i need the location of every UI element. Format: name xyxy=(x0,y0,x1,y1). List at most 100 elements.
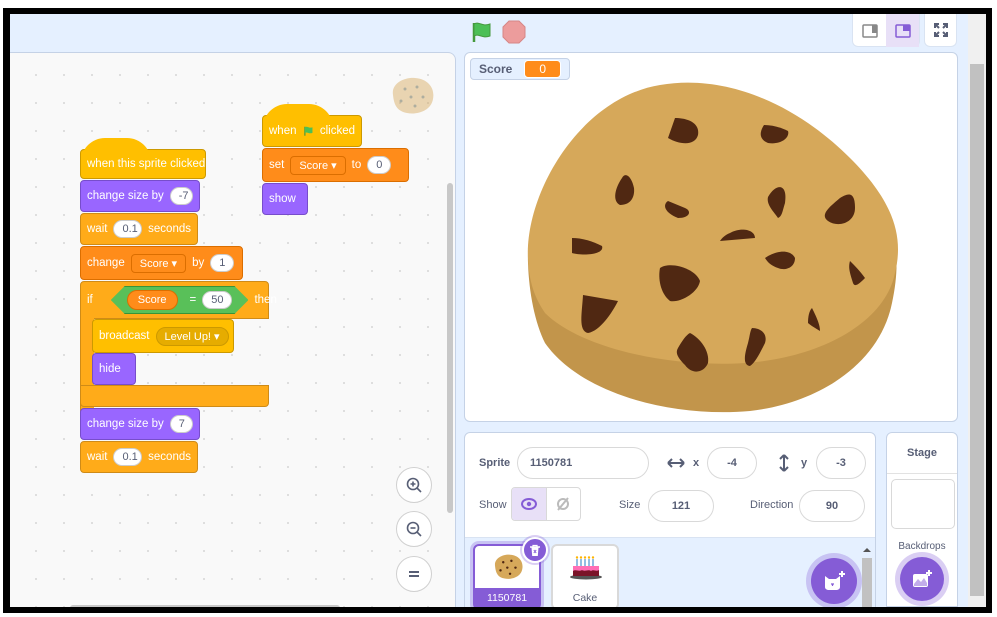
change-size-block[interactable]: change size by -7 xyxy=(80,180,200,212)
code-vertical-scrollbar[interactable] xyxy=(447,183,453,513)
size-label: Size xyxy=(619,499,641,511)
delete-sprite-button[interactable] xyxy=(522,537,548,563)
seconds-input[interactable]: 0.1 xyxy=(113,220,143,238)
block-label: when xyxy=(269,125,297,137)
block-label: wait xyxy=(87,451,108,463)
scratch-editor: when this sprite clicked change size by … xyxy=(10,14,968,607)
stage-size-toggle xyxy=(852,14,920,47)
block-label: then xyxy=(254,294,277,306)
zoom-in-icon xyxy=(406,477,422,493)
block-label: when this sprite clicked xyxy=(87,158,206,170)
cookie-thumbnail xyxy=(494,554,523,579)
page-scrollbar-thumb[interactable] xyxy=(970,64,984,596)
eye-icon xyxy=(520,498,537,510)
monitor-label: Score xyxy=(479,62,513,76)
show-label: Show xyxy=(479,499,507,511)
variable-dropdown[interactable]: Score ▾ xyxy=(130,253,187,273)
fullscreen-button[interactable] xyxy=(924,14,957,47)
size-input[interactable]: 121 xyxy=(648,490,714,522)
show-hidden-button[interactable] xyxy=(547,488,581,520)
sprite-tile-name: Cake xyxy=(572,592,598,604)
set-variable-block[interactable]: set Score ▾ to 0 xyxy=(262,148,409,182)
y-value: -3 xyxy=(836,457,846,469)
block-label: by xyxy=(192,257,205,269)
code-horizontal-scrollbar[interactable] xyxy=(70,605,340,607)
block-label: to xyxy=(351,159,362,171)
stop-icon[interactable] xyxy=(502,20,526,44)
show-block[interactable]: show xyxy=(262,183,308,215)
block-label: broadcast xyxy=(99,330,150,342)
trash-icon xyxy=(530,544,540,556)
score-reporter[interactable]: Score xyxy=(127,290,178,310)
wait-block[interactable]: wait 0.1 seconds xyxy=(80,213,198,245)
sprite-name-input[interactable]: 1150781 xyxy=(517,447,649,479)
block-label: change size by xyxy=(87,418,164,430)
sprite-tile-cookie[interactable]: 1150781 xyxy=(473,537,548,607)
reset-zoom-button[interactable] xyxy=(396,556,432,592)
size-input[interactable]: -7 xyxy=(169,187,193,205)
stage-divider xyxy=(887,473,957,474)
direction-label: Direction xyxy=(750,499,794,511)
message-dropdown[interactable]: Level Up! ▾ xyxy=(155,326,229,346)
normal-stage-icon xyxy=(894,23,911,38)
change-size-block[interactable]: change size by 7 xyxy=(80,408,200,440)
sprite-name-label: Sprite xyxy=(479,457,511,469)
block-label: wait xyxy=(87,223,108,235)
hide-block[interactable]: hide xyxy=(92,353,136,385)
variable-dropdown[interactable]: Score ▾ xyxy=(290,155,346,175)
stage-title: Stage xyxy=(907,447,937,459)
block-label: seconds xyxy=(148,451,191,463)
broadcast-block[interactable]: broadcast Level Up! ▾ xyxy=(92,319,234,353)
normal-stage-button[interactable] xyxy=(886,14,919,47)
stage-header xyxy=(10,14,968,52)
zoom-out-icon xyxy=(406,521,422,537)
stage-thumbnail[interactable] xyxy=(891,479,955,529)
add-backdrop-button[interactable] xyxy=(900,557,944,601)
seconds-input[interactable]: 0.1 xyxy=(113,448,143,466)
green-flag-icon[interactable] xyxy=(470,20,494,44)
block-label: change size by xyxy=(87,190,164,202)
add-sprite-button[interactable] xyxy=(811,558,857,604)
image-plus-icon xyxy=(913,570,932,587)
direction-input[interactable]: 90 xyxy=(799,490,865,522)
wait-block[interactable]: wait 0.1 seconds xyxy=(80,441,198,473)
sprite-info-panel: Sprite 1150781 x -4 y -3 Show Size 121 D… xyxy=(464,432,876,607)
set-value-input[interactable]: 0 xyxy=(367,156,392,174)
backdrops-label: Backdrops xyxy=(898,541,946,552)
page-scrollbar[interactable] xyxy=(968,14,986,607)
zoom-in-button[interactable] xyxy=(396,467,432,503)
cookie-sprite[interactable] xyxy=(520,73,900,413)
sprite-tile-name: 1150781 xyxy=(475,588,539,607)
block-label: if xyxy=(87,294,93,306)
when-sprite-clicked-block[interactable]: when this sprite clicked xyxy=(80,138,206,179)
size-input[interactable]: 7 xyxy=(169,415,193,433)
compare-value-input[interactable]: 50 xyxy=(202,291,232,309)
if-block[interactable]: if Score = 50 then xyxy=(80,281,277,319)
sprite-name-value: 1150781 xyxy=(530,457,573,469)
when-flag-clicked-block[interactable]: when clicked xyxy=(262,104,362,147)
eye-slash-icon xyxy=(557,497,570,511)
y-input[interactable]: -3 xyxy=(816,447,866,479)
small-stage-button[interactable] xyxy=(853,14,886,47)
sprite-tile-cake[interactable]: Cake xyxy=(551,544,619,607)
block-label: show xyxy=(269,193,296,205)
x-label: x xyxy=(693,457,700,469)
stage-selector[interactable]: Stage Backdrops xyxy=(886,432,958,607)
x-input[interactable]: -4 xyxy=(707,447,757,479)
sprite-list: 1150781 Cake xyxy=(465,537,875,607)
equals-icon xyxy=(409,571,419,577)
size-value: 121 xyxy=(671,500,691,512)
block-label: change xyxy=(87,257,125,269)
code-area[interactable]: when this sprite clicked change size by … xyxy=(10,52,456,607)
equals-operator[interactable]: Score = 50 xyxy=(111,286,249,314)
block-label: set xyxy=(269,159,285,171)
change-variable-block[interactable]: change Score ▾ by 1 xyxy=(80,246,243,280)
cake-thumbnail xyxy=(570,556,602,580)
dropdown-value: Level Up! xyxy=(164,330,211,343)
show-visible-button[interactable] xyxy=(512,488,547,520)
change-value-input[interactable]: 1 xyxy=(210,254,235,272)
sprite-list-scrollbar[interactable] xyxy=(861,544,873,607)
stage-canvas[interactable]: Score 0 xyxy=(464,52,958,422)
block-label: clicked xyxy=(319,125,355,137)
zoom-out-button[interactable] xyxy=(396,511,432,547)
